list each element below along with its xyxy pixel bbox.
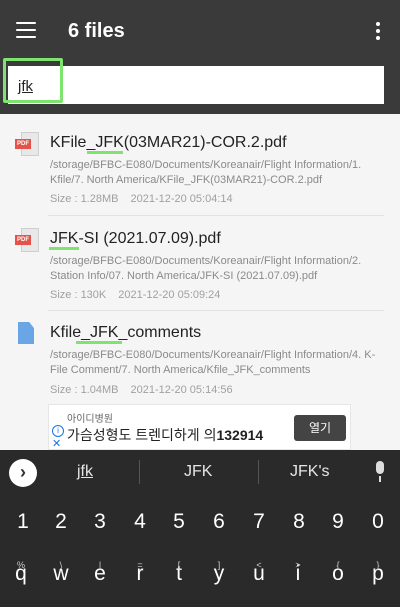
file-date: 2021-12-20 05:04:14: [130, 193, 233, 205]
key-q[interactable]: % q: [3, 560, 39, 586]
menu-icon[interactable]: [16, 22, 36, 38]
file-meta: Size : 130K 2021-12-20 05:09:24: [50, 289, 220, 301]
file-path: /storage/BFBC-E080/Documents/Koreanair/F…: [50, 159, 362, 186]
document-file-icon: [18, 322, 34, 344]
key-3[interactable]: 3: [82, 510, 118, 534]
ad-close-icon[interactable]: ✕: [52, 437, 61, 450]
key-y[interactable]: ] y: [201, 560, 237, 586]
ad-brand: 아이디병원: [67, 414, 113, 425]
ad-text: 가슴성형도 트렌디하게 의132914: [67, 427, 264, 443]
key-p[interactable]: } p: [360, 560, 396, 586]
divider: [139, 460, 140, 484]
key-w[interactable]: \ w: [43, 560, 79, 586]
file-date: 2021-12-20 05:14:56: [130, 384, 233, 396]
microphone-icon[interactable]: [373, 461, 387, 483]
suggestion-item[interactable]: JFK's: [290, 463, 330, 481]
match-underline: [49, 247, 79, 250]
key-0[interactable]: 0: [360, 510, 396, 534]
file-path: /storage/BFBC-E080/Documents/Koreanair/F…: [50, 349, 376, 376]
match-underline: [87, 151, 123, 154]
key-o[interactable]: {o: [320, 560, 356, 586]
divider: [258, 460, 259, 484]
search-highlight-box: [3, 58, 63, 103]
ad-open-button[interactable]: 열기: [294, 415, 346, 441]
key-8[interactable]: 8: [281, 510, 317, 534]
file-size: Size : 1.28MB: [50, 193, 119, 205]
match-underline: [76, 341, 122, 344]
file-meta: Size : 1.04MB 2021-12-20 05:14:56: [50, 384, 233, 396]
page-title: 6 files: [68, 20, 125, 42]
key-5[interactable]: 5: [161, 510, 197, 534]
ad-number: 132914: [216, 427, 264, 443]
file-list-item[interactable]: PDF KFile_JFK(03MAR21)-COR.2.pdf /storag…: [0, 114, 400, 210]
key-r[interactable]: = r: [122, 560, 158, 586]
suggestion-item[interactable]: JFK: [184, 463, 212, 481]
key-i[interactable]: > i: [280, 560, 316, 586]
ad-info-icon[interactable]: i: [52, 425, 64, 437]
file-name: Kfile_JFK_comments: [50, 324, 202, 341]
key-6[interactable]: 6: [201, 510, 237, 534]
more-vert-icon[interactable]: [374, 22, 382, 40]
key-e[interactable]: | e: [82, 560, 118, 586]
key-u[interactable]: < u: [241, 560, 277, 586]
app-bar: [0, 0, 400, 62]
file-path: /storage/BFBC-E080/Documents/Koreanair/F…: [50, 255, 362, 282]
file-name: KFile_JFK(03MAR21)-COR.2.pdf: [50, 134, 287, 151]
file-name: JFK-SI (2021.07.09).pdf: [50, 230, 221, 247]
ad-banner[interactable]: 아이디병원 i ✕ 가슴성형도 트렌디하게 의132914 열기: [48, 404, 351, 450]
file-date: 2021-12-20 05:09:24: [118, 289, 221, 301]
file-size: Size : 130K: [50, 289, 107, 301]
key-9[interactable]: 9: [320, 510, 356, 534]
pdf-file-icon: PDF: [15, 132, 39, 158]
pdf-file-icon: PDF: [15, 228, 39, 254]
key-7[interactable]: 7: [241, 510, 277, 534]
key-1[interactable]: 1: [5, 510, 41, 534]
file-list-item[interactable]: PDF JFK-SI (2021.07.09).pdf /storage/BFB…: [0, 212, 400, 308]
file-list-item[interactable]: Kfile_JFK_comments /storage/BFBC-E080/Do…: [0, 308, 400, 404]
search-input[interactable]: [8, 66, 384, 104]
key-2[interactable]: 2: [43, 510, 79, 534]
file-size: Size : 1.04MB: [50, 384, 119, 396]
file-meta: Size : 1.28MB 2021-12-20 05:04:14: [50, 193, 233, 205]
keyboard-expand-button[interactable]: ›: [9, 459, 37, 487]
suggestion-item[interactable]: jfk: [77, 463, 93, 481]
key-4[interactable]: 4: [122, 510, 158, 534]
key-t[interactable]: [t: [161, 560, 197, 586]
